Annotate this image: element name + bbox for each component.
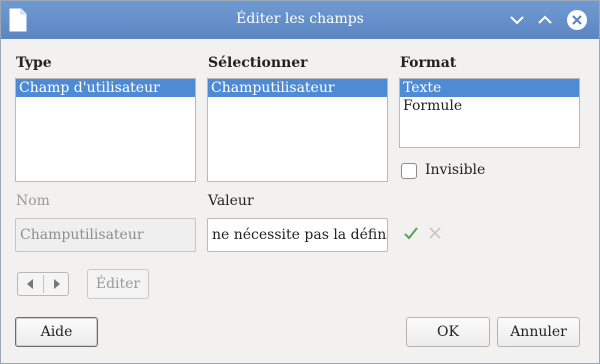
list-item-champ-utilisateur[interactable]: Champ d'utilisateur xyxy=(16,79,195,97)
close-icon[interactable] xyxy=(567,10,587,30)
type-listbox[interactable]: Champ d'utilisateur xyxy=(15,78,196,182)
select-listbox[interactable]: Champutilisateur xyxy=(207,78,388,182)
type-label: Type xyxy=(16,55,52,71)
record-navigation xyxy=(17,272,69,296)
value-label: Valeur xyxy=(208,193,254,209)
list-item-formule[interactable]: Formule xyxy=(400,97,579,115)
cancel-button[interactable]: Annuler xyxy=(497,317,580,347)
title-bar[interactable]: Éditer les champs xyxy=(1,1,599,39)
value-field[interactable]: ne nécessite pas la définitio xyxy=(207,218,388,252)
invisible-label[interactable]: Invisible xyxy=(425,162,485,178)
ok-button[interactable]: OK xyxy=(406,317,490,347)
format-label: Format xyxy=(400,55,457,71)
chevron-down-icon[interactable] xyxy=(507,10,527,30)
list-item-texte[interactable]: Texte xyxy=(400,79,579,97)
help-button[interactable]: Aide xyxy=(15,317,98,347)
edit-fields-dialog: Éditer les champs Type Champ d'utilisate… xyxy=(0,0,600,364)
arrow-right-icon[interactable] xyxy=(44,273,69,295)
arrow-left-icon[interactable] xyxy=(18,273,43,295)
invisible-checkbox[interactable] xyxy=(401,163,417,179)
format-listbox[interactable]: Texte Formule xyxy=(399,78,580,148)
edit-button[interactable]: Éditer xyxy=(87,269,149,299)
name-field[interactable]: Champutilisateur xyxy=(15,218,196,252)
select-label: Sélectionner xyxy=(208,55,308,71)
checkmark-icon[interactable] xyxy=(403,225,419,241)
chevron-up-icon[interactable] xyxy=(535,10,555,30)
list-item-champutilisateur[interactable]: Champutilisateur xyxy=(208,79,387,97)
name-label: Nom xyxy=(16,193,50,209)
x-icon[interactable] xyxy=(428,226,442,240)
